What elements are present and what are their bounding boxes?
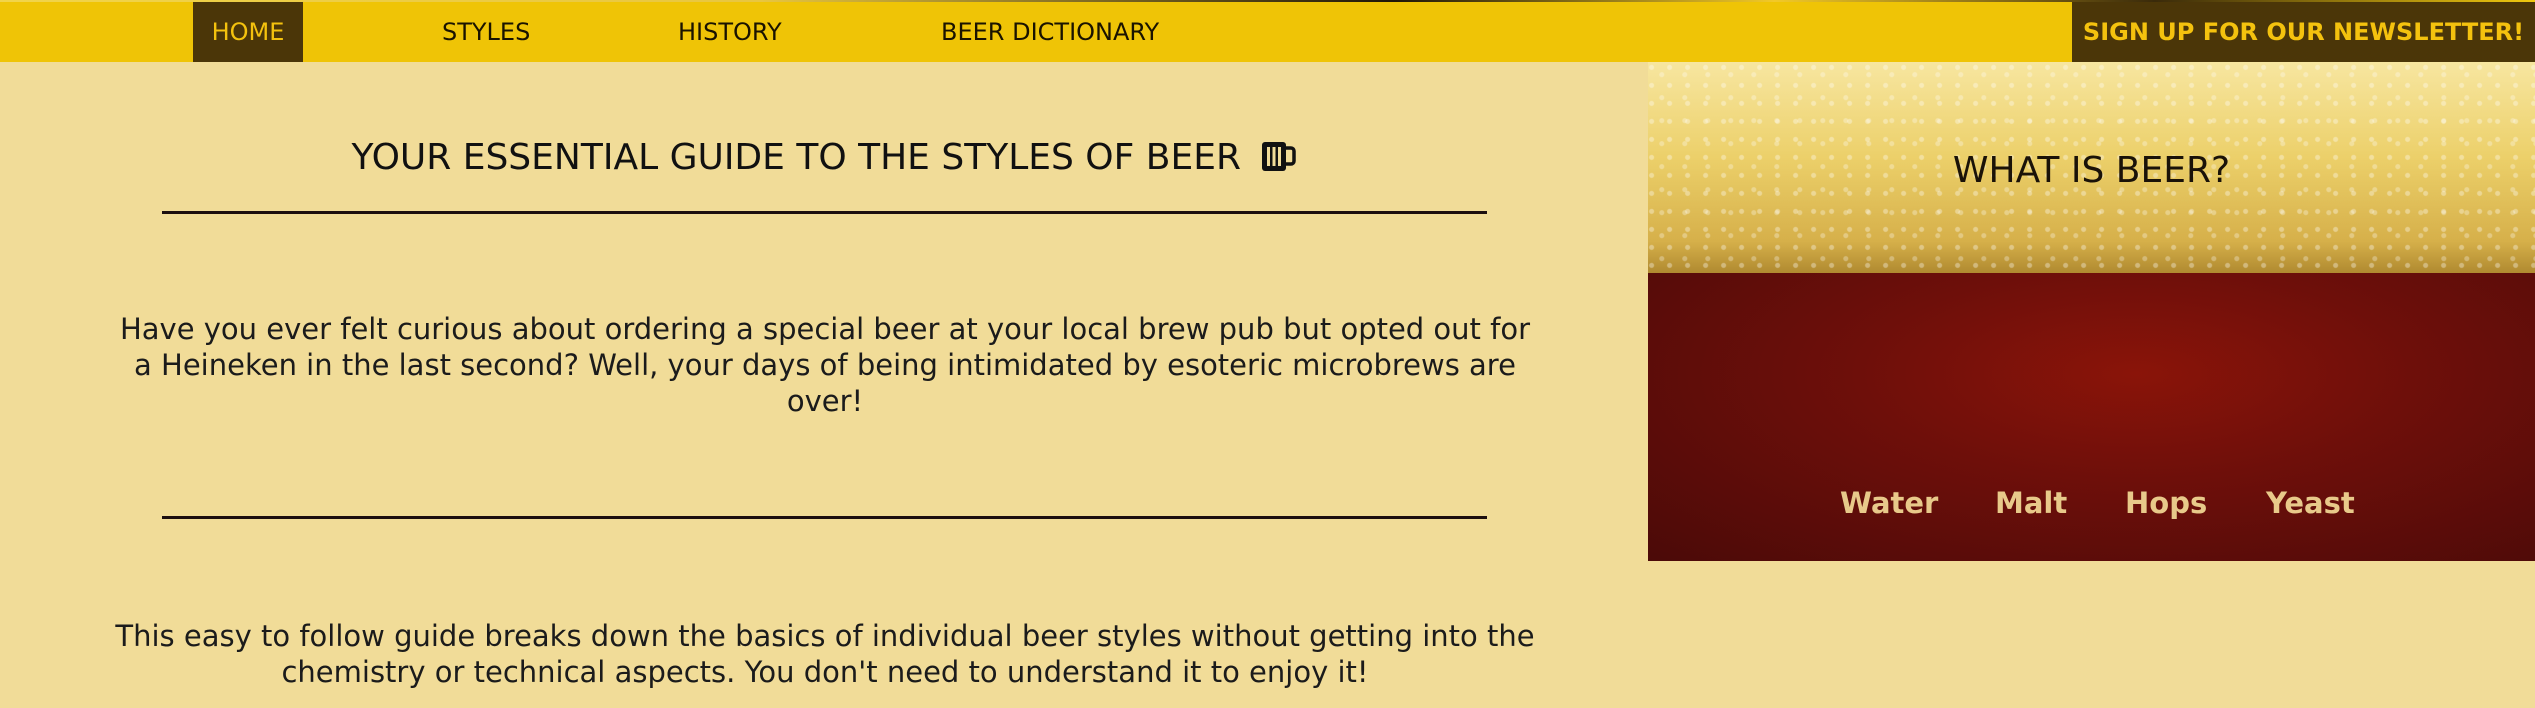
beer-mug-icon xyxy=(1260,139,1297,182)
nav-styles-link[interactable]: STYLES xyxy=(442,2,530,62)
nav-beer-dictionary-link[interactable]: BEER DICTIONARY xyxy=(941,2,1159,62)
newsletter-signup-link[interactable]: SIGN UP FOR OUR NEWSLETTER! xyxy=(2072,2,2535,62)
beer-liquid-image xyxy=(1648,273,2535,561)
nav-home-link[interactable]: HOME xyxy=(193,2,303,62)
divider-top xyxy=(162,211,1487,214)
divider-bottom xyxy=(162,516,1487,519)
guide-paragraph: This easy to follow guide breaks down th… xyxy=(115,619,1535,689)
main-content: YOUR ESSENTIAL GUIDE TO THE STYLES OF BE… xyxy=(0,62,1648,708)
top-navigation: HOME STYLES HISTORY BEER DICTIONARY SIGN… xyxy=(0,0,2535,62)
ingredient-yeast-link[interactable]: Yeast xyxy=(2266,485,2355,521)
intro-paragraph: Have you ever felt curious about orderin… xyxy=(119,312,1531,418)
nav-history-link[interactable]: HISTORY xyxy=(678,2,782,62)
what-is-beer-panel: WHAT IS BEER? Water Malt Hops Yeast xyxy=(1648,62,2535,561)
ingredient-malt-link[interactable]: Malt xyxy=(1995,485,2067,521)
what-is-beer-heading: WHAT IS BEER? xyxy=(1952,150,2231,191)
page-title: YOUR ESSENTIAL GUIDE TO THE STYLES OF BE… xyxy=(0,137,1648,182)
page-title-text: YOUR ESSENTIAL GUIDE TO THE STYLES OF BE… xyxy=(351,137,1241,178)
ingredient-water-link[interactable]: Water xyxy=(1840,485,1938,521)
ingredient-hops-link[interactable]: Hops xyxy=(2125,485,2207,521)
